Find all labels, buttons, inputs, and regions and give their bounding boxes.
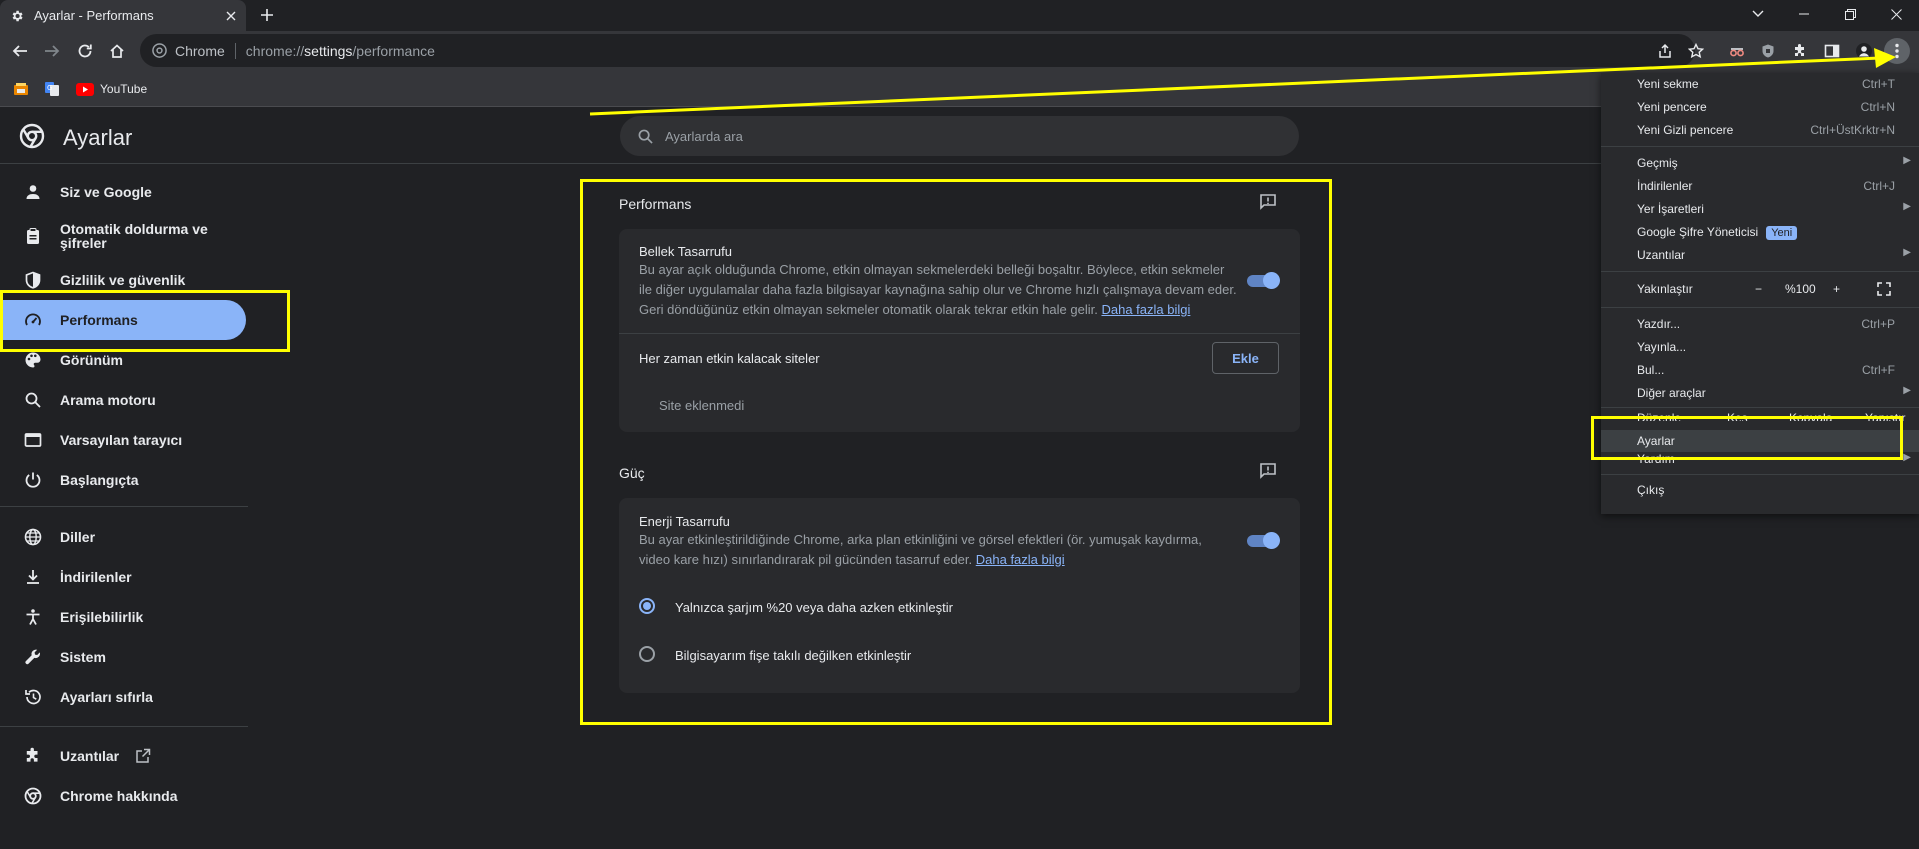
annotation-arrow (589, 48, 1896, 116)
